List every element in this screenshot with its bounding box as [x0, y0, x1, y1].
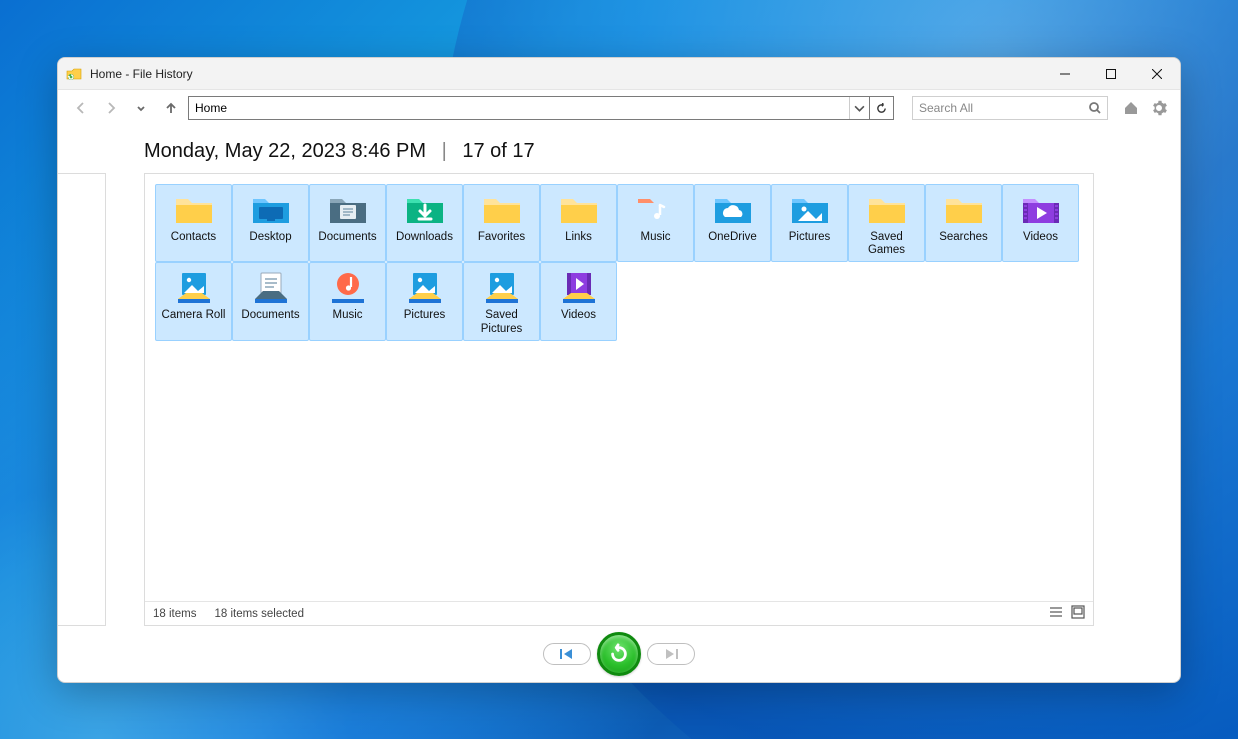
file-item-label: Contacts [171, 231, 216, 245]
file-item-label: Pictures [404, 309, 446, 323]
titlebar[interactable]: Home - File History [58, 58, 1180, 90]
previous-version-button[interactable] [543, 643, 591, 665]
file-item-label: Music [640, 231, 670, 245]
restore-button[interactable] [597, 632, 641, 676]
icons-view-button[interactable] [1071, 605, 1085, 622]
folder-icon [942, 191, 986, 229]
content-area: Contacts Desktop Documents Downloads Favorit… [58, 173, 1180, 626]
file-item[interactable]: Videos [1002, 184, 1079, 262]
sidebar-placeholder [58, 173, 106, 626]
file-item[interactable]: Videos [540, 262, 617, 340]
search-input[interactable] [913, 97, 1083, 119]
folder-icon [249, 269, 293, 307]
file-item[interactable]: Documents [232, 262, 309, 340]
folder-icon [172, 191, 216, 229]
file-item[interactable]: Music [617, 184, 694, 262]
status-bar: 18 items 18 items selected [145, 601, 1093, 625]
recent-locations-button[interactable] [128, 95, 154, 121]
file-item-label: Music [332, 309, 362, 323]
gear-icon[interactable] [1148, 97, 1170, 119]
folder-icon [403, 191, 447, 229]
folder-icon [634, 191, 678, 229]
folder-icon [865, 191, 909, 229]
heading-separator: | [442, 140, 447, 162]
folder-icon [557, 191, 601, 229]
search-bar[interactable] [912, 96, 1108, 120]
history-navigation [58, 626, 1180, 682]
forward-button[interactable] [98, 95, 124, 121]
file-item[interactable]: Saved Pictures [463, 262, 540, 340]
file-item-label: Documents [241, 309, 299, 323]
address-dropdown-button[interactable] [849, 97, 869, 119]
file-item[interactable]: Downloads [386, 184, 463, 262]
close-button[interactable] [1134, 58, 1180, 89]
next-version-button[interactable] [647, 643, 695, 665]
file-item-label: Saved Games [851, 231, 922, 257]
folder-icon [326, 191, 370, 229]
file-item-label: Documents [318, 231, 376, 245]
search-icon[interactable] [1083, 102, 1107, 114]
app-icon [66, 66, 82, 82]
file-item-label: Videos [1023, 231, 1058, 245]
folder-icon [480, 191, 524, 229]
back-button[interactable] [68, 95, 94, 121]
file-item[interactable]: Contacts [155, 184, 232, 262]
window-title: Home - File History [90, 67, 193, 81]
file-item[interactable]: Desktop [232, 184, 309, 262]
file-item-label: OneDrive [708, 231, 757, 245]
file-item[interactable]: Links [540, 184, 617, 262]
items-grid[interactable]: Contacts Desktop Documents Downloads Favorit… [145, 174, 1093, 601]
file-item[interactable]: Pictures [771, 184, 848, 262]
items-panel: Contacts Desktop Documents Downloads Favorit… [144, 173, 1094, 626]
address-input[interactable] [189, 97, 849, 119]
file-item-label: Desktop [249, 231, 291, 245]
status-selected-count: 18 items selected [214, 608, 304, 620]
minimize-button[interactable] [1042, 58, 1088, 89]
file-item[interactable]: Music [309, 262, 386, 340]
file-item-label: Pictures [789, 231, 831, 245]
details-view-button[interactable] [1049, 605, 1063, 622]
file-item-label: Searches [939, 231, 988, 245]
folder-icon [403, 269, 447, 307]
file-history-window: Home - File History Monday, May 22, 2023 [57, 57, 1181, 683]
file-item[interactable]: Documents [309, 184, 386, 262]
file-item-label: Camera Roll [162, 309, 226, 323]
up-button[interactable] [158, 95, 184, 121]
file-item[interactable]: Favorites [463, 184, 540, 262]
file-item-label: Saved Pictures [466, 309, 537, 335]
folder-icon [557, 269, 601, 307]
file-item[interactable]: Searches [925, 184, 1002, 262]
refresh-button[interactable] [869, 97, 893, 119]
folder-icon [1019, 191, 1063, 229]
file-item[interactable]: Saved Games [848, 184, 925, 262]
address-bar[interactable] [188, 96, 894, 120]
folder-icon [326, 269, 370, 307]
folder-icon [788, 191, 832, 229]
file-item-label: Videos [561, 309, 596, 323]
file-item[interactable]: Pictures [386, 262, 463, 340]
folder-icon [249, 191, 293, 229]
file-item-label: Downloads [396, 231, 453, 245]
maximize-button[interactable] [1088, 58, 1134, 89]
home-icon[interactable] [1120, 97, 1142, 119]
snapshot-timestamp: Monday, May 22, 2023 8:46 PM [144, 140, 426, 162]
file-item[interactable]: OneDrive [694, 184, 771, 262]
snapshot-counter: 17 of 17 [462, 140, 534, 162]
file-item-label: Links [565, 231, 592, 245]
folder-icon [480, 269, 524, 307]
file-item[interactable]: Camera Roll [155, 262, 232, 340]
status-item-count: 18 items [153, 608, 196, 620]
file-item-label: Favorites [478, 231, 525, 245]
folder-icon [711, 191, 755, 229]
snapshot-heading: Monday, May 22, 2023 8:46 PM | 17 of 17 [58, 126, 1180, 173]
navigation-toolbar [58, 90, 1180, 126]
folder-icon [172, 269, 216, 307]
